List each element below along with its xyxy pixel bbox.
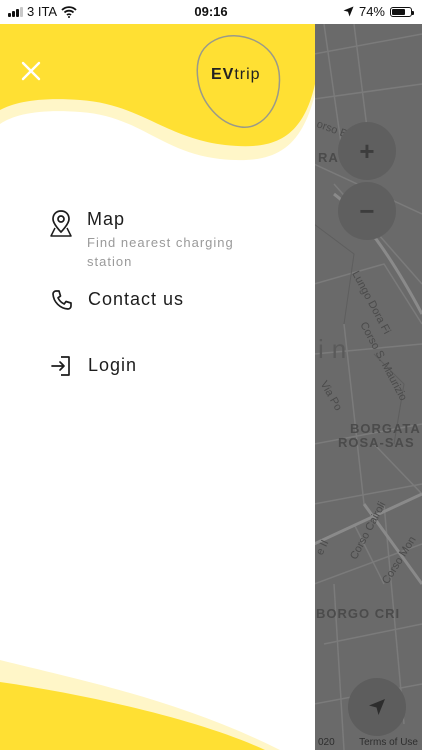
menu-item-title: Login bbox=[88, 355, 138, 375]
locate-me-button[interactable] bbox=[348, 678, 406, 736]
map-label-district: BORGATA bbox=[350, 421, 421, 436]
footer-blob bbox=[0, 660, 280, 750]
terms-of-use-link[interactable]: Terms of Use bbox=[359, 737, 418, 748]
map-label-district: ROSA-SAS bbox=[338, 435, 415, 450]
map-label-city: in bbox=[318, 334, 355, 364]
menu-item-map[interactable]: Map Find nearest charging station bbox=[48, 208, 277, 271]
zoom-out-button[interactable]: − bbox=[338, 182, 396, 240]
map-view[interactable]: orso Br RA Lungo Dora Fi Corso S. Mauriz… bbox=[314, 24, 422, 750]
location-arrow-icon bbox=[343, 6, 354, 17]
battery-icon bbox=[390, 6, 414, 17]
zoom-in-button[interactable]: + bbox=[338, 122, 396, 180]
map-label-district: RA bbox=[318, 150, 339, 165]
menu-item-subtitle: Find nearest charging station bbox=[87, 235, 234, 269]
login-icon bbox=[49, 354, 75, 384]
menu-item-contact[interactable]: Contact us bbox=[49, 288, 184, 318]
status-bar: 3 ITA 09:16 74% bbox=[0, 0, 422, 24]
battery-percentage: 74% bbox=[358, 4, 385, 19]
map-pin-icon bbox=[48, 208, 74, 238]
menu-item-title: Map bbox=[87, 209, 126, 229]
close-icon[interactable] bbox=[18, 58, 44, 84]
menu-item-title: Contact us bbox=[88, 289, 185, 309]
phone-icon bbox=[49, 288, 75, 318]
evtrip-logo: EVtrip bbox=[211, 66, 261, 84]
navigation-arrow-icon bbox=[369, 699, 385, 715]
logo-suffix: trip bbox=[234, 66, 261, 83]
logo-prefix: EV bbox=[211, 66, 235, 83]
status-right: 74% bbox=[343, 4, 414, 19]
map-copyright: 020 bbox=[318, 737, 335, 748]
battery-fill bbox=[392, 8, 406, 15]
map-label-district: BORGO CRI bbox=[316, 606, 401, 621]
menu-item-login[interactable]: Login bbox=[49, 354, 137, 384]
navigation-drawer: EVtrip Map Find nearest charging station bbox=[0, 24, 315, 750]
map-footer: 020 Terms of Use bbox=[314, 737, 422, 748]
